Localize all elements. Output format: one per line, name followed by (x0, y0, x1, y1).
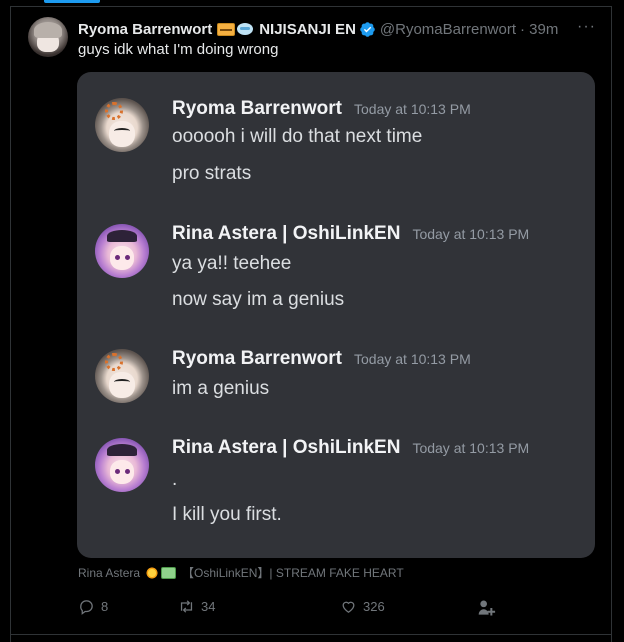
tweet-media-image[interactable]: Ryoma Barrenwort Today at 10:13 PM ooooo… (77, 72, 595, 558)
message-timestamp: Today at 10:13 PM (354, 351, 471, 367)
verified-badge-icon[interactable] (359, 21, 376, 38)
divider (10, 634, 612, 635)
message-author: Rina Astera | OshiLinkEN (172, 437, 401, 458)
tweet-header: Ryoma Barrenwort NIJISANJI EN @RyomaBarr… (78, 19, 558, 39)
heart-icon (342, 601, 355, 613)
image-attribution: Rina Astera 【OshiLinkEN】| STREAM FAKE HE… (78, 564, 404, 581)
message-text: now say im a genius (172, 289, 345, 310)
author-avatar[interactable] (28, 17, 68, 57)
credit-card-emoji-icon (217, 22, 236, 36)
message-text: oooooh i will do that next time (172, 126, 423, 147)
message-text: I kill you first. (172, 504, 282, 525)
rina-avatar (95, 438, 149, 492)
tip-jar-icon (478, 600, 496, 616)
author-affiliation[interactable]: NIJISANJI EN (259, 21, 356, 38)
more-options-icon[interactable]: ··· (577, 18, 596, 36)
attribution-name: Rina Astera (78, 565, 141, 580)
like-button[interactable]: 326 (340, 598, 385, 615)
message-author: Ryoma Barrenwort (172, 348, 342, 369)
attribution-text: 【OshiLinkEN】| STREAM FAKE HEART (182, 566, 404, 580)
wind-face-emoji-icon (237, 22, 255, 36)
ryoma-avatar (95, 349, 149, 403)
message-author: Ryoma Barrenwort (172, 98, 342, 119)
rina-avatar (95, 224, 149, 278)
reply-icon (80, 600, 93, 615)
reply-count: 8 (101, 599, 109, 614)
author-name[interactable]: Ryoma Barrenwort (78, 21, 212, 38)
message-author: Rina Astera | OshiLinkEN (172, 223, 401, 244)
tip-button[interactable] (476, 598, 504, 618)
message-text: pro strats (172, 163, 252, 184)
message-timestamp: Today at 10:13 PM (354, 101, 471, 117)
message-timestamp: Today at 10:13 PM (412, 226, 530, 242)
like-count: 326 (363, 599, 385, 614)
tweet-text: guys idk what I'm doing wrong (78, 41, 279, 58)
tweet-actions: 8 34 326 (78, 598, 518, 620)
message-timestamp: Today at 10:13 PM (412, 440, 530, 456)
reply-button[interactable]: 8 (78, 598, 108, 615)
ryoma-avatar (95, 98, 149, 152)
money-emoji-icon (161, 566, 177, 579)
message-text: . (172, 469, 178, 490)
sun-emoji-icon (145, 565, 160, 580)
author-handle[interactable]: @RyomaBarrenwort (380, 21, 516, 38)
message-text: im a genius (172, 378, 270, 399)
retweet-icon (180, 600, 193, 613)
message-text: ya ya!! teehee (172, 253, 292, 274)
retweet-button[interactable]: 34 (178, 598, 215, 615)
tweet-time[interactable]: · 39m (520, 21, 558, 38)
retweet-count: 34 (201, 599, 216, 614)
tab-indicator (44, 0, 100, 3)
